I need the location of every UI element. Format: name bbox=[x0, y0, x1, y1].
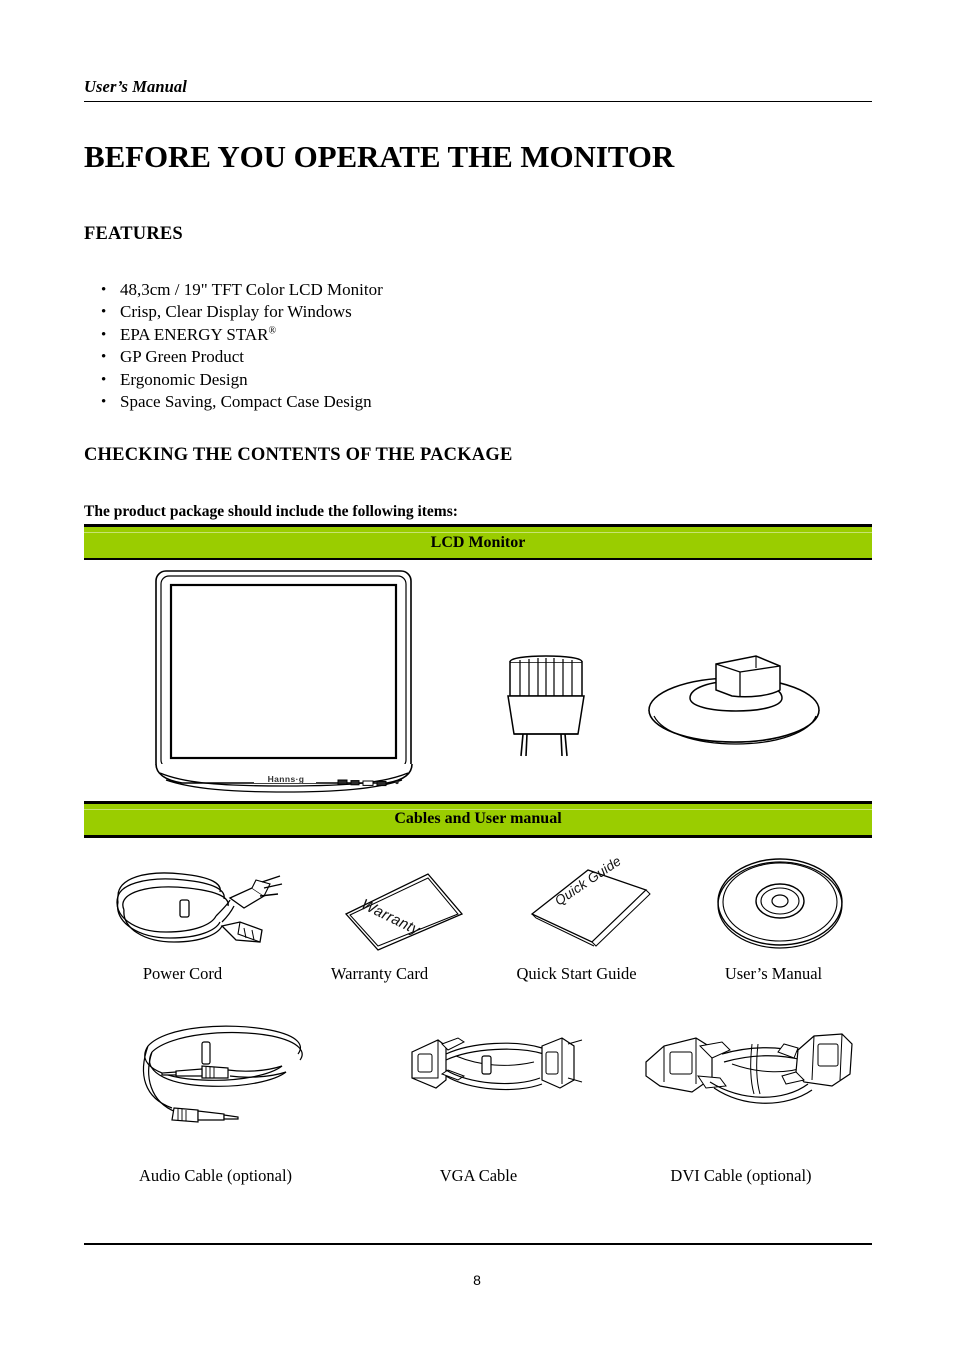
list-item: • GP Green Product bbox=[84, 346, 684, 368]
caption-users-manual: User’s Manual bbox=[724, 963, 823, 983]
monitor-stand-base-icon bbox=[644, 648, 824, 758]
accessory-captions-row-1: Power Cord Warranty Card Quick Start Gui… bbox=[84, 964, 872, 984]
audio-cable-icon bbox=[132, 1016, 352, 1131]
list-item: • EPA ENERGY STAR® bbox=[84, 324, 684, 346]
registered-mark: ® bbox=[268, 325, 277, 337]
list-item-label: GP Green Product bbox=[120, 347, 245, 367]
list-item: • Space Saving, Compact Case Design bbox=[84, 391, 684, 413]
power-cord-icon bbox=[104, 860, 294, 955]
table-row: Hanns·g bbox=[84, 560, 872, 801]
table-header-label: LCD Monitor bbox=[430, 533, 526, 551]
list-item: • Crisp, Clear Display for Windows bbox=[84, 301, 684, 323]
monitor-brand-label: Hanns·g bbox=[267, 773, 305, 784]
caption-dvi-cable: DVI Cable (optional) bbox=[670, 1165, 812, 1185]
bullet-glyph: • bbox=[101, 394, 107, 411]
caption-quick-start-guide: Quick Start Guide bbox=[516, 963, 637, 983]
caption-audio-cable: Audio Cable (optional) bbox=[138, 1165, 293, 1185]
features-list: • 48,3cm / 19" TFT Color LCD Monitor • C… bbox=[84, 279, 684, 413]
quick-guide-booklet-icon: Quick Guide bbox=[514, 853, 674, 953]
caption-vga-cable: VGA Cable bbox=[439, 1165, 518, 1185]
manual-page: User’s Manual BEFORE YOU OPERATE THE MON… bbox=[0, 0, 954, 1350]
list-item-label: 48,3cm / 19" TFT Color LCD Monitor bbox=[120, 280, 383, 299]
header-rule bbox=[84, 101, 872, 103]
dvi-cable-icon bbox=[638, 1020, 858, 1120]
bullet-glyph: • bbox=[101, 282, 107, 298]
caption-warranty-card: Warranty Card bbox=[330, 963, 429, 983]
table-header-label: Cables and User manual bbox=[394, 810, 562, 828]
page-title: BEFORE YOU OPERATE THE MONITOR bbox=[84, 139, 675, 174]
list-item-label: Crisp, Clear Display for Windows bbox=[120, 302, 352, 322]
section-heading-checking: CHECKING THE CONTENTS OF THE PACKAGE bbox=[84, 445, 513, 465]
accessory-captions-row-2: Audio Cable (optional) VGA Cable DVI Cab… bbox=[84, 1166, 872, 1186]
list-item-label: Space Saving, Compact Case Design bbox=[120, 392, 372, 412]
running-header-text: User’s Manual bbox=[84, 77, 187, 96]
list-item-label: Ergonomic Design bbox=[120, 369, 248, 389]
package-contents-table: LCD Monitor Hanns·g Cables and User manu… bbox=[84, 524, 872, 1228]
lcd-monitor-icon: Hanns·g bbox=[142, 568, 427, 796]
table-header-cables-manual: Cables and User manual bbox=[84, 803, 872, 835]
list-item: • Ergonomic Design bbox=[84, 369, 684, 391]
bullet-glyph: • bbox=[101, 371, 107, 388]
bullet-glyph: • bbox=[101, 326, 107, 343]
monitor-stand-neck-icon bbox=[496, 652, 596, 762]
package-lead-text: The product package should include the f… bbox=[84, 503, 458, 520]
caption-power-cord: Power Cord bbox=[142, 963, 223, 983]
vga-cable-icon bbox=[398, 1026, 598, 1118]
page-number: 8 bbox=[473, 1272, 481, 1288]
section-heading-features: FEATURES bbox=[84, 224, 183, 244]
footer-rule bbox=[84, 1243, 872, 1245]
running-header: User’s Manual bbox=[84, 77, 872, 103]
cd-disc-icon bbox=[710, 854, 850, 954]
list-item: • 48,3cm / 19" TFT Color LCD Monitor bbox=[84, 279, 684, 301]
table-row: Warranty Quick Guide Power Cord Warranty… bbox=[84, 838, 872, 1228]
bullet-glyph: • bbox=[101, 304, 107, 321]
table-header-lcd-monitor: LCD Monitor bbox=[84, 527, 872, 558]
warranty-card-icon: Warranty bbox=[320, 860, 480, 955]
list-item-label: EPA ENERGY STAR bbox=[120, 324, 269, 344]
bullet-glyph: • bbox=[101, 349, 107, 366]
